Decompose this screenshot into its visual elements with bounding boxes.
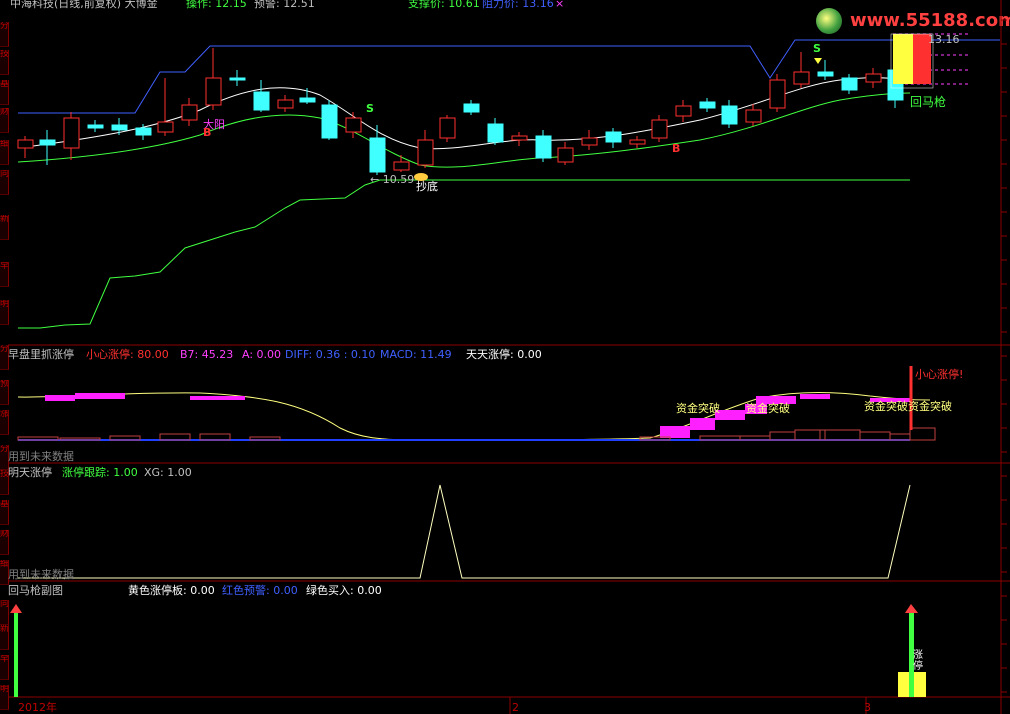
candle-body [87, 124, 104, 129]
panel2-block [75, 393, 125, 399]
candle-body [229, 77, 246, 81]
panel2-bar [859, 431, 891, 441]
candle-body [817, 71, 834, 77]
candle-body [299, 97, 316, 103]
candle-body [63, 117, 80, 149]
candle-body [769, 79, 786, 109]
x-axis-label: 2 [512, 701, 519, 714]
candle-body [745, 109, 762, 123]
candle-body [841, 77, 858, 91]
down-arrow-icon [814, 58, 822, 64]
buy-mark: B [672, 142, 681, 155]
xg-value: XG: 1.00 [144, 466, 192, 479]
careful-alert-label: 小心涨停! [915, 368, 964, 381]
daily-limit-value: 天天涨停: 0.00 [466, 348, 542, 361]
x-axis-label: 2012年 [18, 701, 57, 714]
b7-value: B7: 45.23 [180, 348, 234, 361]
panel2-bar [17, 436, 59, 441]
a-value: A: 0.00 [242, 348, 282, 361]
candle-body [793, 71, 810, 85]
candle-body [39, 139, 56, 146]
bottom-fish-label: 抄底 [416, 180, 438, 193]
hui-ma-qiang-label: 回马枪 [910, 95, 947, 109]
up-arrow-icon [10, 604, 22, 613]
panel2-indicator [17, 366, 936, 441]
candle-body [487, 123, 504, 143]
candle-body [629, 139, 646, 145]
candle-body [721, 105, 738, 125]
sell-mark: S [366, 102, 374, 115]
panel2-name: 早盘里抓涨停 [8, 348, 74, 361]
candle-body [393, 161, 410, 171]
sell-mark: S [813, 42, 821, 55]
candle-body [605, 131, 622, 143]
panel2-block [690, 418, 715, 430]
candle-body [557, 147, 574, 163]
limit-up-vertical-label: 涨停 [913, 650, 923, 672]
fund-break-label: 资金突破资金突破 [864, 400, 952, 413]
limit-up-candle [893, 34, 913, 84]
fund-break-label: 资金突破 [746, 402, 790, 415]
candle-body [135, 127, 152, 136]
panel2-bar [909, 427, 936, 441]
candle-body [321, 104, 338, 139]
candle-body [581, 137, 598, 146]
panel4-indicator [10, 604, 926, 697]
candle-body [699, 101, 716, 109]
candle-body [369, 137, 386, 173]
support-step-line [18, 179, 910, 329]
candle-body [463, 103, 480, 113]
candle-body [157, 121, 174, 133]
candle-body [675, 105, 692, 117]
panel2-bar [249, 436, 281, 441]
up-arrow-icon [905, 604, 918, 613]
careful-limit-value: 小心涨停: 80.00 [86, 348, 169, 361]
panel3-name: 明天涨停 [8, 466, 52, 479]
diff-value: DIFF: 0.36 : 0.10 [285, 348, 376, 361]
candle-body [253, 91, 270, 111]
green-buy-value: 绿色买入: 0.00 [306, 584, 382, 597]
low-price-label: ← 10.59 [370, 173, 415, 186]
panel4-name: 回马枪副图 [8, 584, 63, 597]
buy-mark: B [203, 126, 212, 139]
panel2-bar [769, 431, 796, 441]
macd-value: MACD: 11.49 [380, 348, 452, 361]
x-axis-label: 3 [864, 701, 871, 714]
candle-body [205, 77, 222, 106]
candle-body [535, 135, 552, 159]
future-data-warning: 用到未来数据 [8, 568, 74, 581]
candle-body [439, 117, 456, 139]
candle-body [17, 139, 34, 149]
high-price-label: 13.16 [928, 33, 960, 46]
panel2-block [800, 394, 830, 399]
candle-body [181, 104, 198, 121]
candle-body [865, 73, 882, 83]
panel2-block [190, 396, 245, 400]
track-value: 涨停跟踪: 1.00 [62, 466, 138, 479]
yellow-limit-value: 黄色涨停板: 0.00 [128, 584, 215, 597]
candles [17, 33, 934, 181]
panel2-bar [819, 429, 861, 441]
fund-break-label: 资金突破 [676, 402, 720, 415]
red-warn-value: 红色预警: 0.00 [222, 584, 298, 597]
candle-body [417, 139, 434, 166]
candle-body [111, 124, 128, 131]
candle-body [277, 99, 294, 109]
candle-body [651, 119, 668, 139]
green-buy-bar [14, 613, 18, 697]
candle-body [345, 117, 362, 133]
panel2-block [660, 426, 690, 438]
stock-chart-window: 分时技术基本财务细分同花新三早盘明天分析预测涨停分时技术基本财务细分同花新三早盘… [0, 0, 1010, 714]
panel3-line [18, 484, 911, 579]
future-data-warning: 用到未来数据 [8, 450, 74, 463]
support-step-path [18, 179, 910, 329]
candle-body [511, 135, 528, 141]
panel3-indicator [18, 484, 911, 579]
panel2-block [45, 395, 75, 401]
